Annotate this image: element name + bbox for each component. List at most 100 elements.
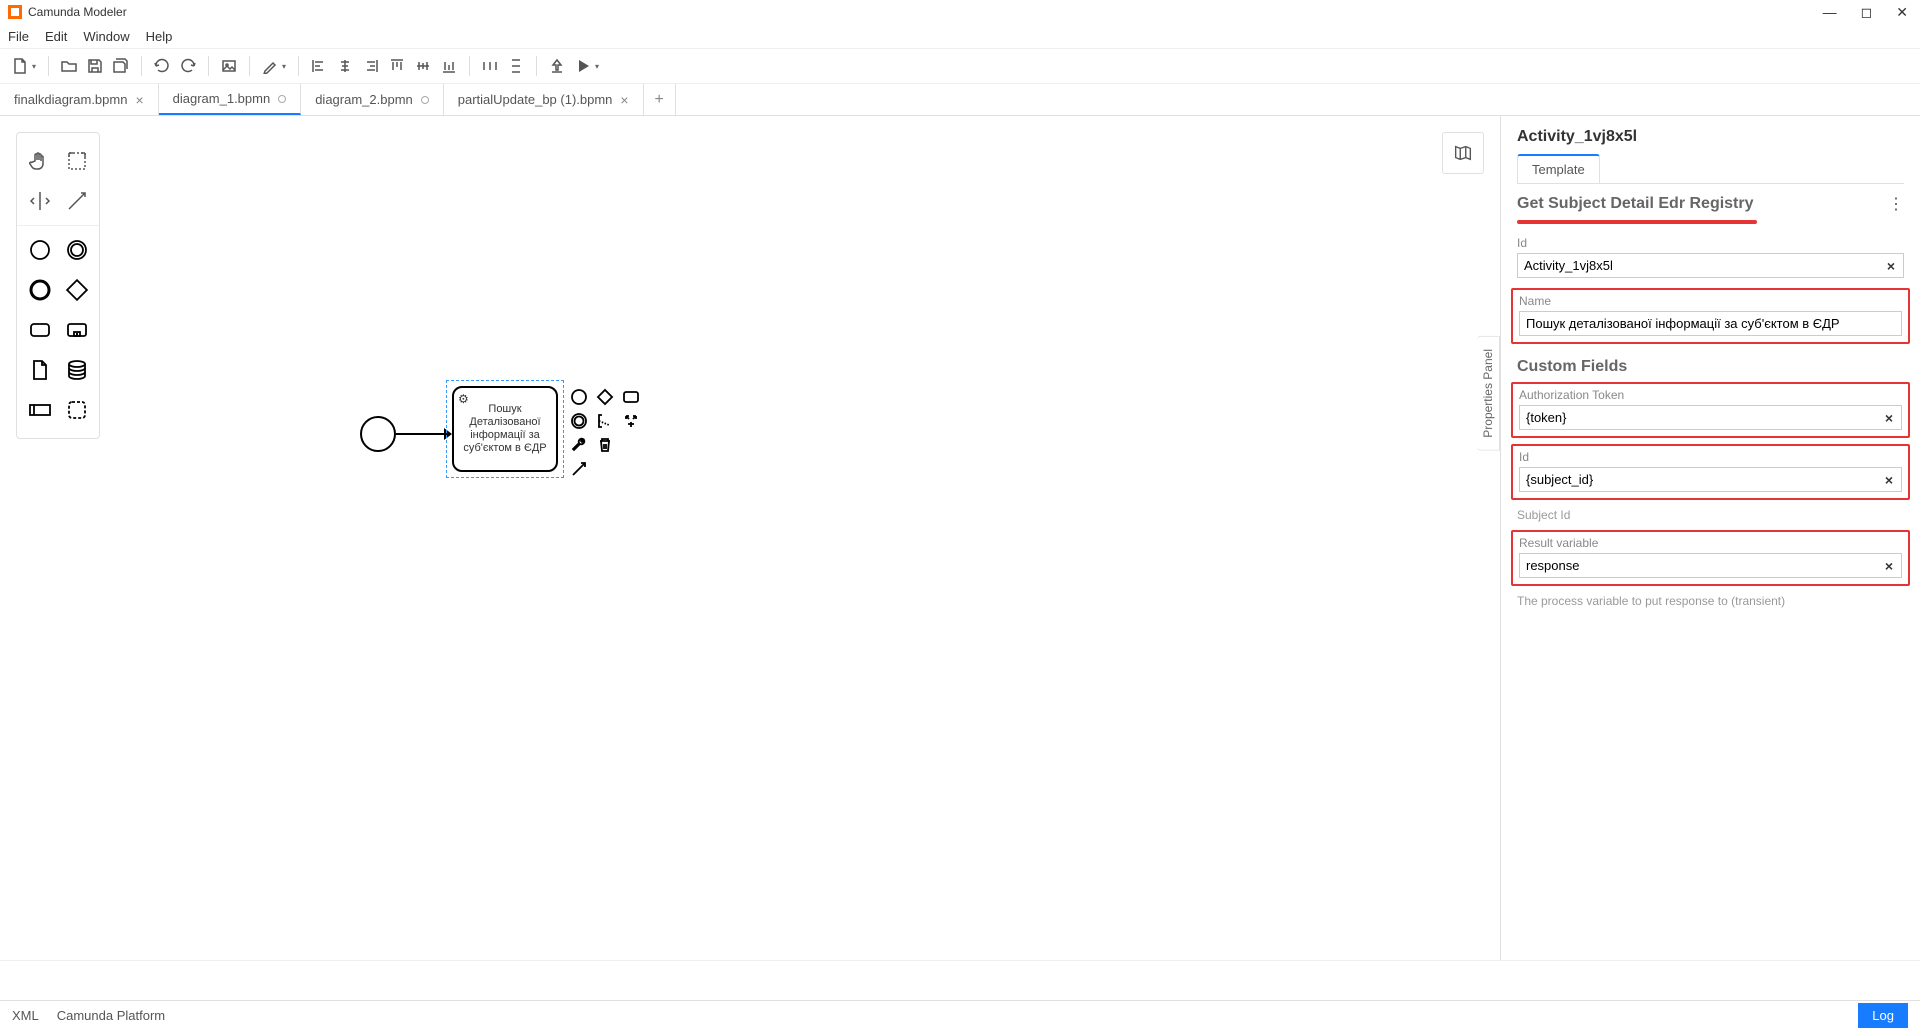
align-bottom-button[interactable] [437, 54, 461, 78]
new-file-button[interactable] [8, 54, 32, 78]
append-intermediate-event[interactable] [568, 410, 590, 432]
data-object-tool[interactable] [26, 356, 54, 384]
space-tool[interactable] [26, 187, 54, 215]
run-button[interactable] [571, 54, 595, 78]
auth-token-input[interactable] [1520, 406, 1877, 429]
clear-icon[interactable]: × [1877, 558, 1901, 574]
wrench-icon[interactable] [568, 434, 590, 456]
start-event-tool[interactable] [26, 236, 54, 264]
delete-icon[interactable] [594, 434, 616, 456]
align-center-button[interactable] [333, 54, 357, 78]
menu-file[interactable]: File [8, 29, 29, 44]
start-event[interactable] [360, 416, 396, 452]
image-button[interactable] [217, 54, 241, 78]
tab-diagram1[interactable]: diagram_1.bpmn [159, 84, 302, 115]
name-input[interactable] [1520, 312, 1901, 335]
platform-label[interactable]: Camunda Platform [57, 1008, 165, 1023]
group-tool[interactable] [63, 396, 91, 424]
highlight-underline [1517, 220, 1757, 224]
undo-button[interactable] [150, 54, 174, 78]
result-var-label: Result variable [1519, 536, 1902, 550]
template-menu[interactable]: ⋮ [1888, 194, 1904, 214]
app-icon [8, 5, 22, 19]
xml-view-button[interactable]: XML [12, 1008, 39, 1023]
global-connect-tool[interactable] [63, 187, 91, 215]
close-window-button[interactable]: ✕ [1896, 4, 1908, 21]
deploy-button[interactable] [545, 54, 569, 78]
minimap-toggle[interactable] [1442, 132, 1484, 174]
tab-finalkdiagram[interactable]: finalkdiagram.bpmn × [0, 84, 159, 115]
activity-id-header: Activity_1vj8x5l [1517, 128, 1904, 146]
end-event-tool[interactable] [26, 276, 54, 304]
annotation[interactable] [594, 410, 616, 432]
append-end-event[interactable] [568, 386, 590, 408]
id-input[interactable] [1518, 254, 1879, 277]
file-tabs: finalkdiagram.bpmn × diagram_1.bpmn diag… [0, 84, 1920, 116]
connect-icon[interactable] [568, 458, 590, 480]
window-controls: — ◻ ✕ [1823, 4, 1912, 21]
run-dropdown[interactable]: ▾ [595, 62, 599, 71]
save-button[interactable] [83, 54, 107, 78]
properties-panel: Activity_1vj8x5l Template Get Subject De… [1500, 116, 1920, 960]
id-label: Id [1517, 236, 1904, 250]
result-var-helper: The process variable to put response to … [1501, 592, 1920, 614]
main-area: ⚙ Пошук Деталізованої інформації за суб'… [0, 116, 1920, 960]
lasso-tool[interactable] [63, 147, 91, 175]
custom-fields-header: Custom Fields [1501, 350, 1920, 380]
maximize-button[interactable]: ◻ [1861, 4, 1873, 21]
app-title: Camunda Modeler [28, 5, 127, 19]
append-gateway[interactable] [594, 386, 616, 408]
element-palette [16, 132, 100, 439]
save-all-button[interactable] [109, 54, 133, 78]
clear-icon[interactable]: × [1879, 258, 1903, 274]
dirty-indicator [421, 96, 429, 104]
task-tool[interactable] [26, 316, 54, 344]
status-bar: XML Camunda Platform Log [0, 1000, 1920, 1030]
distribute-h-button[interactable] [478, 54, 502, 78]
align-middle-button[interactable] [411, 54, 435, 78]
properties-panel-tab[interactable]: Properties Panel [1477, 336, 1500, 451]
open-file-button[interactable] [57, 54, 81, 78]
add-tab-button[interactable]: + [644, 84, 676, 115]
menubar: File Edit Window Help [0, 24, 1920, 48]
participant-tool[interactable] [26, 396, 54, 424]
tab-diagram2[interactable]: diagram_2.bpmn [301, 84, 444, 115]
canvas[interactable]: ⚙ Пошук Деталізованої інформації за суб'… [0, 116, 1500, 960]
gateway-tool[interactable] [63, 276, 91, 304]
clear-icon[interactable]: × [1877, 410, 1901, 426]
data-store-tool[interactable] [63, 356, 91, 384]
intermediate-event-tool[interactable] [63, 236, 91, 264]
append-task[interactable] [620, 386, 642, 408]
minimize-button[interactable]: — [1823, 4, 1837, 21]
color-button[interactable] [258, 54, 282, 78]
log-button[interactable]: Log [1858, 1003, 1908, 1028]
menu-window[interactable]: Window [83, 29, 129, 44]
menu-help[interactable]: Help [146, 29, 173, 44]
align-top-button[interactable] [385, 54, 409, 78]
toolbar: ▾ ▾ ▾ [0, 48, 1920, 84]
hand-tool[interactable] [26, 147, 54, 175]
subprocess-tool[interactable] [63, 316, 91, 344]
redo-button[interactable] [176, 54, 200, 78]
bottom-spacer [0, 960, 1920, 1000]
color-dropdown[interactable]: ▾ [282, 62, 286, 71]
name-label: Name [1519, 294, 1902, 308]
service-task[interactable]: ⚙ Пошук Деталізованої інформації за суб'… [452, 386, 558, 472]
tab-partialupdate[interactable]: partialUpdate_bp (1).bpmn × [444, 84, 644, 115]
distribute-v-button[interactable] [504, 54, 528, 78]
sequence-flow[interactable] [396, 433, 448, 435]
align-left-button[interactable] [307, 54, 331, 78]
close-icon[interactable]: × [620, 92, 628, 108]
subject-id-input[interactable] [1520, 468, 1877, 491]
clear-icon[interactable]: × [1877, 472, 1901, 488]
align-right-button[interactable] [359, 54, 383, 78]
result-var-input[interactable] [1520, 554, 1877, 577]
tab-label: diagram_1.bpmn [173, 91, 271, 106]
tab-label: finalkdiagram.bpmn [14, 92, 127, 107]
new-file-dropdown[interactable]: ▾ [32, 62, 36, 71]
tab-template[interactable]: Template [1517, 154, 1600, 183]
close-icon[interactable]: × [135, 92, 143, 108]
auth-token-label: Authorization Token [1519, 388, 1902, 402]
menu-edit[interactable]: Edit [45, 29, 67, 44]
change-type[interactable] [620, 410, 642, 432]
